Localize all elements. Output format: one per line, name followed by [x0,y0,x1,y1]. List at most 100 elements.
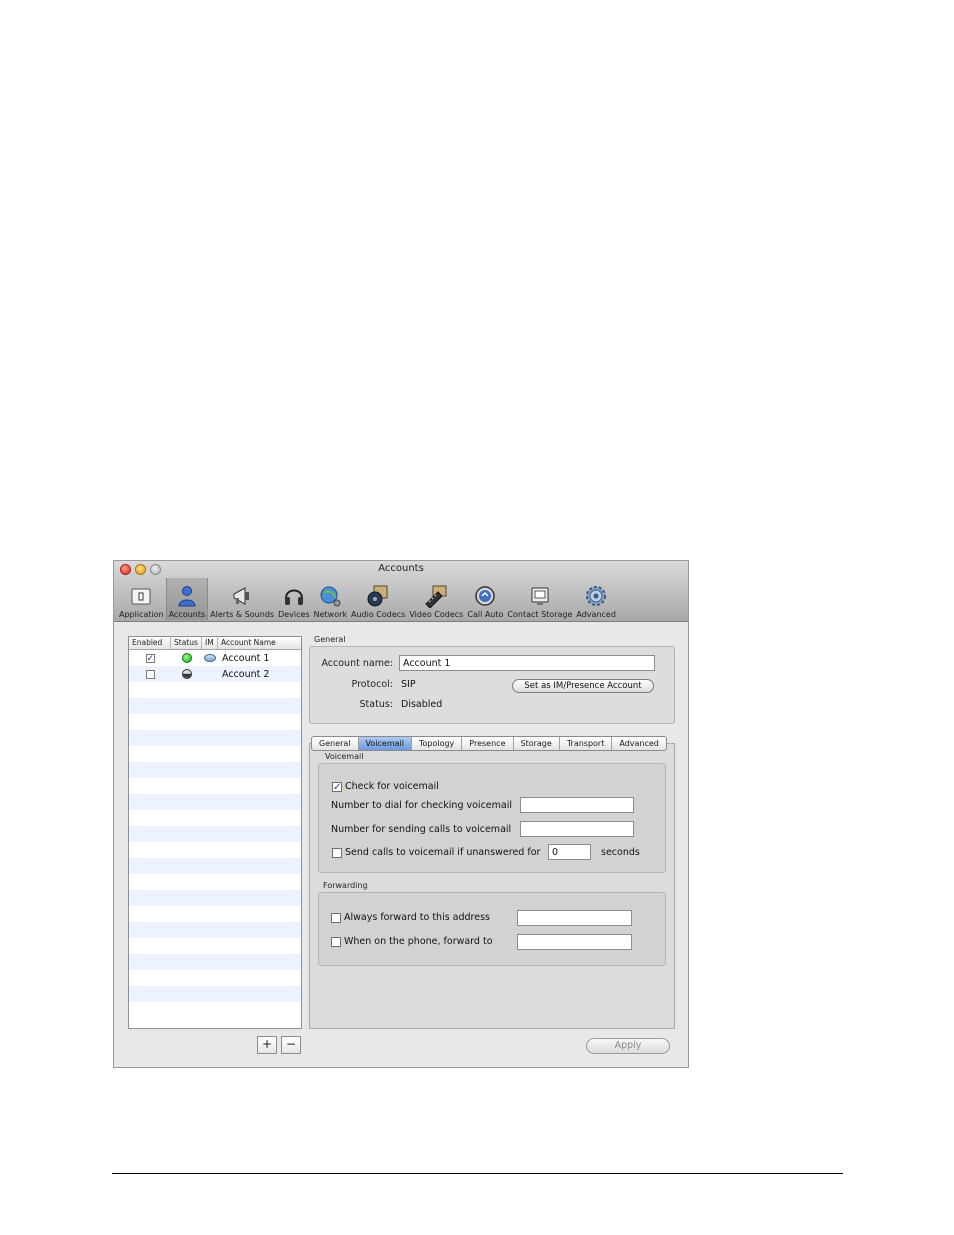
toolbar-item-audio-codecs[interactable]: Audio Codecs [349,578,407,620]
forwarding-group-label: Forwarding [323,881,368,890]
forward-on-phone-checkbox[interactable] [331,937,341,947]
table-row-empty [129,778,301,794]
seconds-label: seconds [601,847,640,858]
accounts-preferences-window: Accounts Application Accounts Alerts & S… [113,560,689,1068]
table-row-empty [129,858,301,874]
accounts-table-header: Enabled Status IM Account Name [129,637,301,650]
table-row-empty [129,922,301,938]
toolbar-label: Video Codecs [409,610,464,619]
status-offline-icon [181,669,192,679]
set-im-presence-account-button[interactable]: Set as IM/Presence Account [512,679,654,693]
tab-transport[interactable]: Transport [560,737,613,750]
account-name-label: Account name: [321,658,393,669]
check-voicemail-label: Check for voicemail [345,781,439,792]
table-row-empty [129,874,301,890]
column-header-im[interactable]: IM [202,637,218,649]
call-auto-icon [475,586,496,606]
table-row-empty [129,714,301,730]
application-icon [131,588,151,605]
contact-storage-icon [531,587,549,605]
column-header-enabled[interactable]: Enabled [129,637,171,649]
remove-account-button[interactable]: − [281,1036,301,1054]
dial-voicemail-number-label: Number to dial for checking voicemail [331,800,512,811]
accounts-table-body: ✓ Account 1 Account 2 [129,650,301,1002]
tab-voicemail[interactable]: Voicemail [358,737,412,750]
always-forward-checkbox[interactable] [331,913,341,923]
forward-on-phone-field[interactable] [517,934,632,950]
general-group: Account name: Protocol: SIP Set as IM/Pr… [309,646,675,724]
page-footer-rule [112,1173,843,1174]
enabled-checkbox[interactable] [145,669,155,679]
send-to-voicemail-number-field[interactable] [520,821,634,837]
toolbar-label: Call Auto [467,610,504,619]
network-globe-icon [320,586,341,607]
always-forward-label: Always forward to this address [344,912,490,923]
audio-codecs-icon [367,585,388,607]
table-row-empty [129,890,301,906]
dial-voicemail-number-field[interactable] [520,797,634,813]
toolbar-item-application[interactable]: Application [117,578,166,620]
column-header-account-name[interactable]: Account Name [218,637,301,649]
check-voicemail-checkbox[interactable]: ✓ [332,782,342,793]
voicemail-group: ✓ Check for voicemail Number to dial for… [318,763,666,873]
column-header-status[interactable]: Status [171,637,202,649]
protocol-value: SIP [401,679,416,690]
status-value: Disabled [401,699,443,710]
account-name-cell: Account 1 [222,652,270,664]
enabled-checkbox[interactable]: ✓ [145,653,155,663]
toolbar-item-contact-storage[interactable]: Contact Storage [505,578,574,620]
table-row-empty [129,794,301,810]
gear-icon [586,586,607,606]
general-group-label: General [314,635,346,644]
table-row-empty [129,954,301,970]
tab-general[interactable]: General [312,737,359,750]
table-row-empty [129,730,301,746]
forward-on-phone-label: When on the phone, forward to [344,936,493,947]
voicemail-group-label: Voicemail [325,752,364,761]
toolbar-label: Audio Codecs [351,610,406,619]
always-forward-field[interactable] [517,910,632,926]
account-name-field[interactable] [399,655,655,671]
table-row[interactable]: ✓ Account 1 [129,650,301,666]
toolbar-item-call-auto[interactable]: Call Auto [465,578,505,620]
account-settings-tabs: General Voicemail Topology Presence Stor… [311,736,667,751]
table-row-empty [129,682,301,698]
toolbar-item-advanced[interactable]: Advanced [574,578,618,620]
apply-button[interactable]: Apply [586,1038,670,1054]
table-row-empty [129,970,301,986]
enabled-cell: ✓ [129,653,171,663]
table-row-empty [129,938,301,954]
table-row[interactable]: Account 2 [129,666,301,682]
protocol-label: Protocol: [351,679,393,690]
titlebar-toolbar: Accounts Application Accounts Alerts & S… [114,561,688,622]
status-label: Status: [359,699,393,710]
tab-advanced[interactable]: Advanced [612,737,666,750]
status-online-icon [181,653,192,663]
toolbar-label: Devices [278,610,310,619]
toolbar-item-network[interactable]: Network [312,578,349,620]
film-icon [425,585,447,608]
tab-storage[interactable]: Storage [514,737,560,750]
table-row-empty [129,842,301,858]
toolbar-label: Advanced [576,610,616,619]
im-presence-icon [204,654,216,662]
toolbar-item-video-codecs[interactable]: Video Codecs [407,578,465,620]
toolbar-label: Application [119,610,164,619]
accounts-table: Enabled Status IM Account Name ✓ Account… [128,636,302,1029]
toolbar-label: Network [313,610,348,619]
send-to-voicemail-number-label: Number for sending calls to voicemail [331,824,512,835]
table-row-empty [129,762,301,778]
toolbar-item-alerts-sounds[interactable]: Alerts & Sounds [208,578,276,620]
tab-topology[interactable]: Topology [412,737,463,750]
table-row-empty [129,826,301,842]
table-row-empty [129,906,301,922]
table-row-empty [129,698,301,714]
toolbar-item-accounts[interactable]: Accounts [165,578,209,620]
window-title: Accounts [378,563,424,574]
add-account-button[interactable]: + [257,1036,277,1054]
send-unanswered-checkbox[interactable] [332,848,342,858]
status-cell [171,669,202,679]
toolbar-item-devices[interactable]: Devices [276,578,312,620]
unanswered-seconds-field[interactable] [548,844,591,860]
tab-presence[interactable]: Presence [462,737,514,750]
